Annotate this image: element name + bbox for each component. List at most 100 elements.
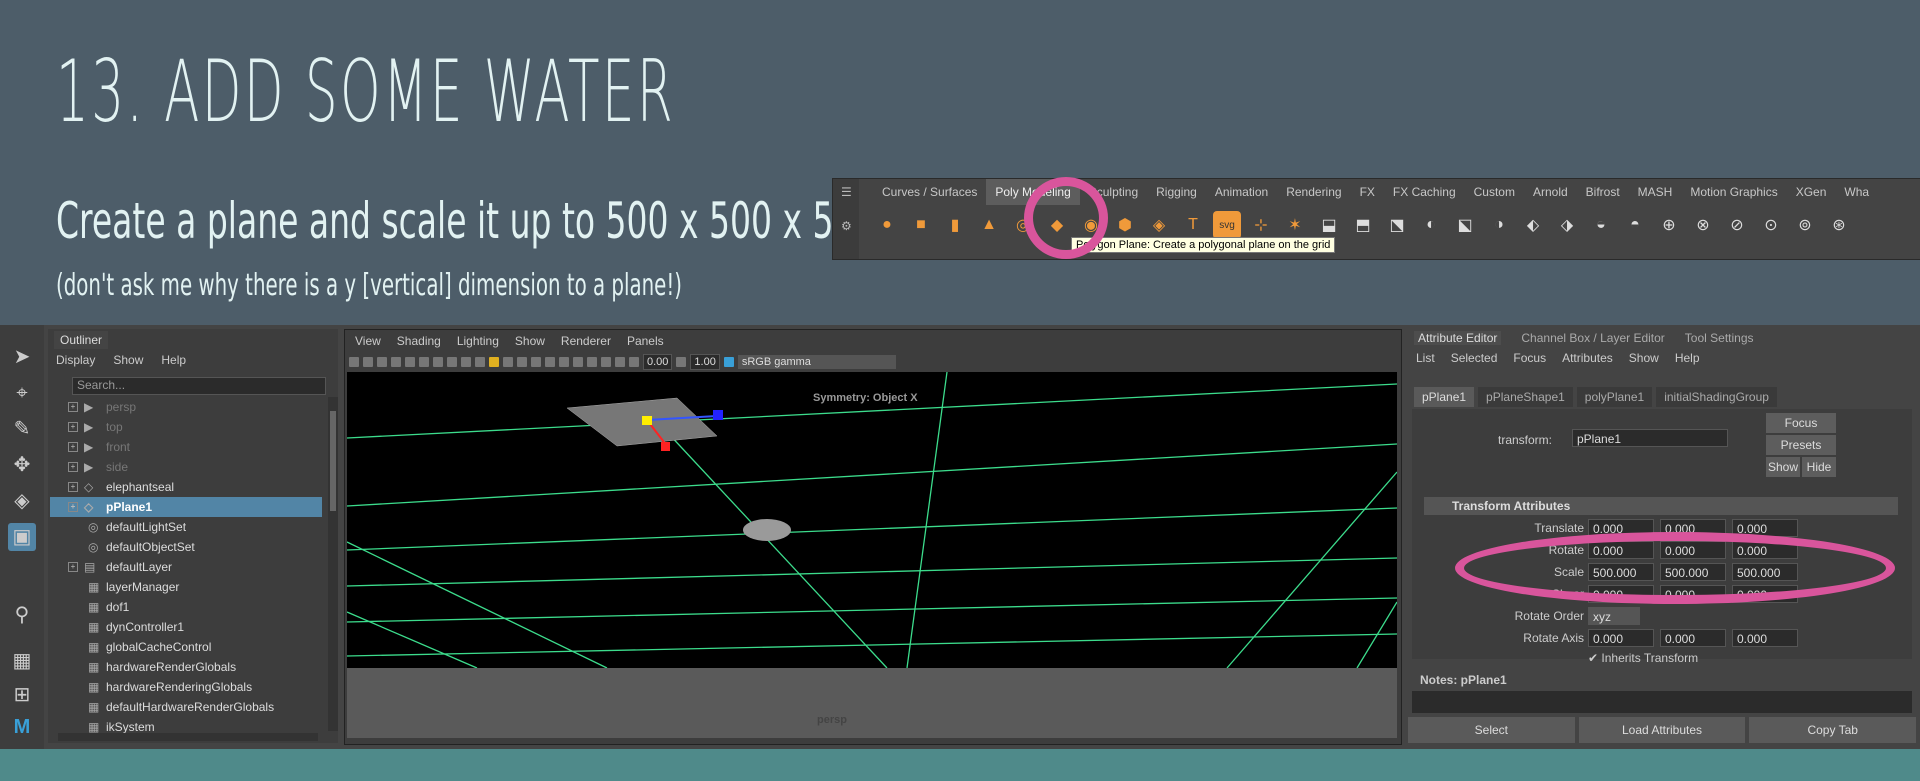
rotate-axis-z-field[interactable]: 0.000 <box>1732 629 1798 647</box>
viewport-menu-shading[interactable]: Shading <box>397 334 441 348</box>
ae-menu-attributes[interactable]: Attributes <box>1562 351 1613 365</box>
shelf-tab-10[interactable]: Bifrost <box>1577 179 1629 205</box>
viewport-menu-show[interactable]: Show <box>515 334 545 348</box>
scale-tool-icon[interactable]: ▣ <box>8 523 36 551</box>
bend-icon[interactable]: ⊛ <box>1825 211 1853 239</box>
move-tool-icon[interactable]: ✥ <box>8 451 36 479</box>
svg-icon[interactable]: svg <box>1213 211 1241 239</box>
outliner-item[interactable]: + ▶ persp <box>50 397 322 417</box>
ae-menu-help[interactable]: Help <box>1675 351 1700 365</box>
grid-toggle-icon[interactable] <box>405 357 415 367</box>
shelf-tab-5[interactable]: Rendering <box>1277 179 1350 205</box>
shelf-tab-12[interactable]: Motion Graphics <box>1681 179 1786 205</box>
film-gate-icon[interactable] <box>419 357 429 367</box>
mirror-icon[interactable]: ⊚ <box>1791 211 1819 239</box>
load-attributes-button[interactable]: Load Attributes <box>1578 717 1746 743</box>
extract-icon[interactable]: ⬔ <box>1383 211 1411 239</box>
copy-tab-button[interactable]: Copy Tab <box>1749 717 1917 743</box>
gamma-icon[interactable] <box>676 357 687 367</box>
ae-panel-tab-1[interactable]: Channel Box / Layer Editor <box>1521 331 1664 345</box>
ae-menu-show[interactable]: Show <box>1629 351 1659 365</box>
shadows-icon[interactable] <box>531 357 541 367</box>
expand-icon[interactable]: + <box>68 562 78 572</box>
isolate-icon[interactable] <box>587 357 597 367</box>
image-plane-icon[interactable] <box>391 357 401 367</box>
combine-icon[interactable]: ⬓ <box>1315 211 1343 239</box>
shelf-tab-13[interactable]: XGen <box>1787 179 1836 205</box>
rotate-tool-icon[interactable]: ◈ <box>8 487 36 515</box>
expand-icon[interactable]: + <box>68 482 78 492</box>
outliner-item[interactable]: ▦ defaultHardwareRenderGlobals <box>50 697 322 717</box>
outliner-item[interactable]: ▦ dof1 <box>50 597 322 617</box>
expand-icon[interactable]: + <box>68 442 78 452</box>
shelf-tab-6[interactable]: FX <box>1351 179 1384 205</box>
smooth-shade-icon[interactable] <box>489 357 499 367</box>
target-weld-icon[interactable]: ⊗ <box>1689 211 1717 239</box>
node-tab-3[interactable]: initialShadingGroup <box>1656 387 1777 407</box>
camera-icon[interactable] <box>349 357 359 367</box>
outliner-menu-help[interactable]: Help <box>161 353 186 367</box>
cube-icon[interactable]: ■ <box>907 211 935 239</box>
show-button[interactable]: Show <box>1766 457 1800 477</box>
cylinder-icon[interactable]: ▮ <box>941 211 969 239</box>
safe-action-icon[interactable] <box>447 357 457 367</box>
wireframe-icon[interactable] <box>475 357 485 367</box>
boolean-icon[interactable]: ⬕ <box>1451 211 1479 239</box>
knife-icon[interactable]: ⊘ <box>1723 211 1751 239</box>
node-tab-1[interactable]: pPlaneShape1 <box>1478 387 1573 407</box>
paint-select-icon[interactable]: ✎ <box>8 415 36 443</box>
xray-joints-icon[interactable] <box>615 357 625 367</box>
hide-button[interactable]: Hide <box>1802 457 1836 477</box>
average-icon[interactable]: ◑ <box>1485 211 1513 239</box>
node-tab-2[interactable]: polyPlane1 <box>1576 387 1653 407</box>
ae-panel-tab-0[interactable]: Attribute Editor <box>1414 331 1502 345</box>
outliner-item[interactable]: + ◇ elephantseal <box>50 477 322 497</box>
smooth-icon[interactable]: ◐ <box>1417 211 1445 239</box>
lasso-tool-icon[interactable]: ⌖ <box>8 379 36 407</box>
ao-icon[interactable] <box>545 357 555 367</box>
outliner-item[interactable]: ▦ hardwareRenderingGlobals <box>50 677 322 697</box>
outliner-menu-display[interactable]: Display <box>56 353 95 367</box>
resolution-gate-icon[interactable] <box>433 357 443 367</box>
outliner-scrollbar[interactable] <box>328 397 338 731</box>
shelf-tab-11[interactable]: MASH <box>1629 179 1682 205</box>
shelf-menu-icon[interactable]: ☰ <box>841 185 852 199</box>
viewport-menu-view[interactable]: View <box>355 334 381 348</box>
outliner-item[interactable]: + ◇ pPlane1 <box>50 497 322 517</box>
gamma-field[interactable]: 1.00 <box>690 354 720 370</box>
rotate-order-select[interactable]: xyz <box>1588 607 1640 625</box>
safe-title-icon[interactable] <box>461 357 471 367</box>
superellipse-icon[interactable]: ◈ <box>1145 211 1173 239</box>
outliner-item[interactable]: + ▶ top <box>50 417 322 437</box>
viewport-menu-renderer[interactable]: Renderer <box>561 334 611 348</box>
outliner-item[interactable]: ▦ dynController1 <box>50 617 322 637</box>
ae-panel-tab-2[interactable]: Tool Settings <box>1685 331 1754 345</box>
xray-icon[interactable] <box>601 357 611 367</box>
outliner-item[interactable]: ◎ defaultLightSet <box>50 517 322 537</box>
layout-quad-icon[interactable]: ⊞ <box>8 681 36 709</box>
outliner-item[interactable]: ◎ defaultObjectSet <box>50 537 322 557</box>
rotate-axis-y-field[interactable]: 0.000 <box>1660 629 1726 647</box>
shelf-tab-9[interactable]: Arnold <box>1524 179 1577 205</box>
expand-icon[interactable]: + <box>68 502 78 512</box>
viewport-canvas[interactable]: Symmetry: Object X persp <box>347 372 1397 738</box>
viewport-menu-lighting[interactable]: Lighting <box>457 334 499 348</box>
outliner-item[interactable]: + ▤ defaultLayer <box>50 557 322 577</box>
ae-menu-selected[interactable]: Selected <box>1451 351 1498 365</box>
shelf-tab-8[interactable]: Custom <box>1465 179 1524 205</box>
outliner-item[interactable]: ▦ hardwareRenderGlobals <box>50 657 322 677</box>
append-icon[interactable]: ⊙ <box>1757 211 1785 239</box>
shelf-gear-icon[interactable]: ⚙ <box>841 219 852 233</box>
transform-attributes-section[interactable]: Transform Attributes <box>1424 497 1898 515</box>
separate-icon[interactable]: ⬒ <box>1349 211 1377 239</box>
presets-button[interactable]: Presets <box>1766 435 1836 455</box>
last-tool-icon[interactable]: ⚲ <box>8 601 36 629</box>
shelf-tab-4[interactable]: Animation <box>1206 179 1277 205</box>
exposure-icon[interactable] <box>629 357 639 367</box>
camera-attr-icon[interactable] <box>363 357 373 367</box>
text-icon[interactable]: T <box>1179 211 1207 239</box>
platonic-icon[interactable]: ⬢ <box>1111 211 1139 239</box>
color-space-select[interactable]: sRGB gamma <box>737 355 896 369</box>
outliner-hscrollbar[interactable] <box>58 733 318 741</box>
expand-icon[interactable]: + <box>68 422 78 432</box>
